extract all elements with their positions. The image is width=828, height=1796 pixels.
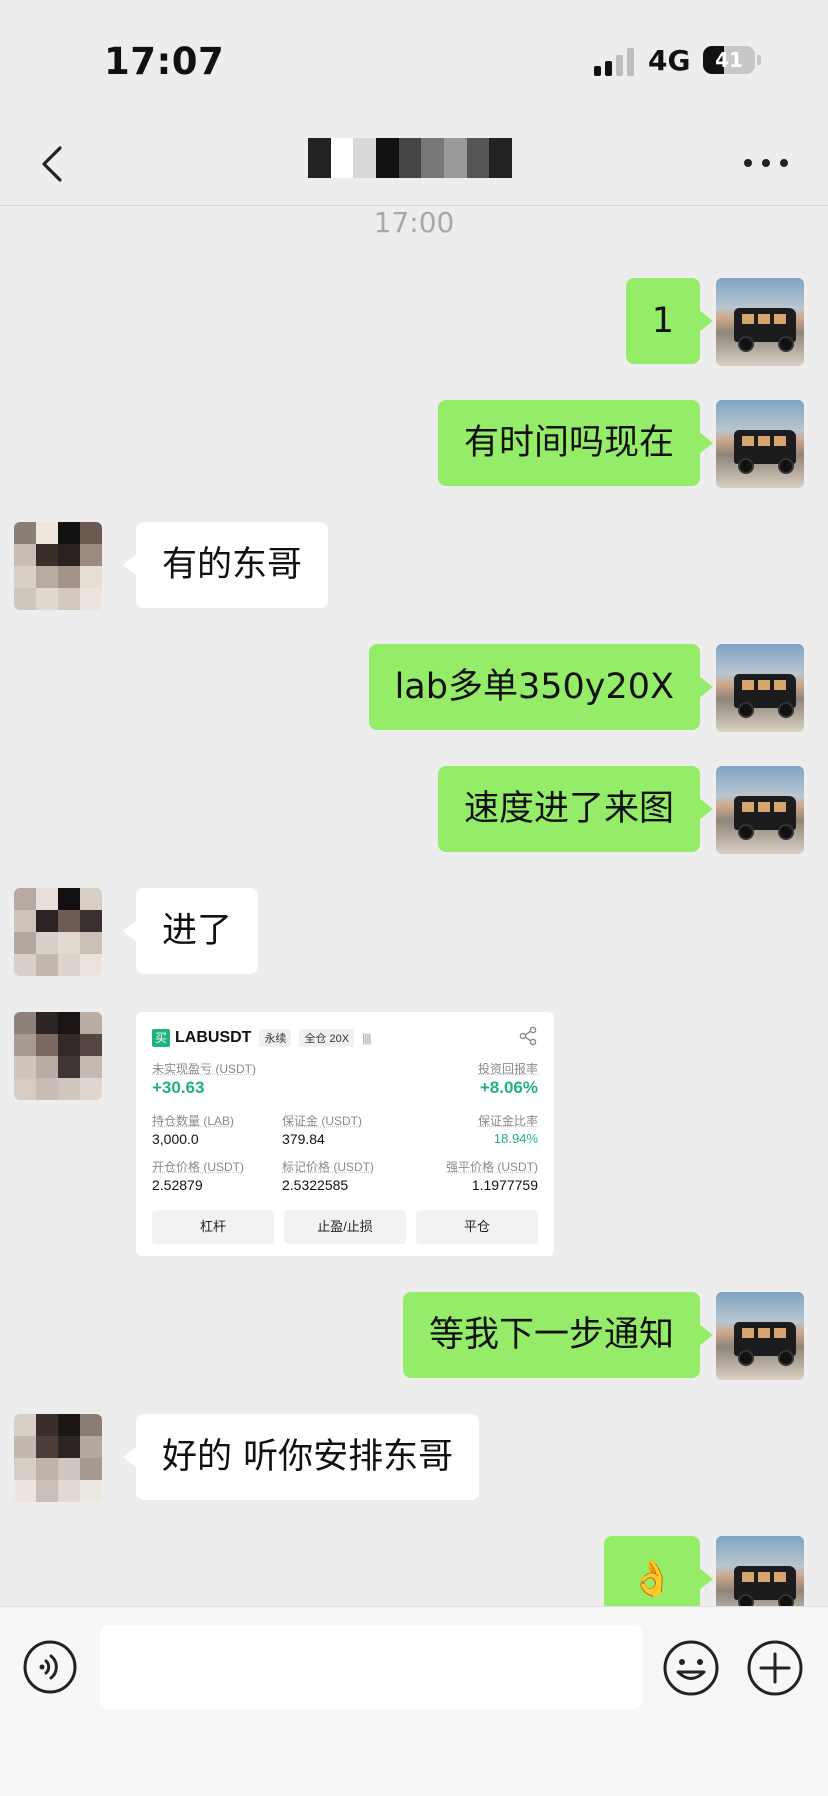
entry-price-label: 开仓价格 (USDT): [152, 1160, 244, 1174]
message-input-bar: [0, 1606, 828, 1796]
roi-label: 投资回报率: [477, 1062, 538, 1076]
unrealized-pnl-label: 未实现盈亏 (USDT): [152, 1062, 256, 1076]
tp-sl-button[interactable]: 止盈/止损: [284, 1210, 406, 1244]
liquidation-price-value: 1.1977759: [471, 1177, 538, 1193]
signal-icon: [594, 48, 636, 76]
margin-ratio-value: 18.94%: [493, 1131, 538, 1146]
chevron-left-icon[interactable]: [34, 144, 74, 184]
avatar-contact[interactable]: [14, 888, 102, 976]
message-bubble-outgoing[interactable]: lab多单350y20X: [368, 644, 714, 730]
leverage-bars: ||||: [362, 1031, 372, 1045]
message-bubble-incoming[interactable]: 进了: [122, 888, 259, 974]
message-input[interactable]: [100, 1625, 642, 1709]
message-bubble-outgoing[interactable]: 等我下一步通知: [402, 1292, 714, 1378]
voice-icon[interactable]: [22, 1639, 78, 1695]
avatar-contact[interactable]: [14, 1012, 102, 1100]
share-icon[interactable]: [518, 1026, 538, 1046]
avatar-self[interactable]: [716, 400, 804, 488]
trade-position-card[interactable]: 买 LABUSDT 永续 全仓 20X |||| 未实现盈亏 (USDT) +3…: [136, 1012, 554, 1256]
network-type: 4G: [648, 44, 691, 77]
perpetual-tag: 永续: [259, 1029, 292, 1047]
roi-value: +8.06%: [479, 1078, 538, 1097]
trading-pair: LABUSDT: [175, 1029, 252, 1046]
battery-icon: 41: [703, 46, 755, 74]
message-bubble-outgoing[interactable]: 1: [625, 278, 714, 364]
close-position-button[interactable]: 平仓: [416, 1210, 538, 1244]
message-bubble-outgoing[interactable]: 有时间吗现在: [437, 400, 714, 486]
plus-icon[interactable]: [746, 1639, 804, 1697]
chat-timestamp: 17:00: [373, 206, 455, 239]
message-bubble-incoming[interactable]: 有的东哥: [122, 522, 329, 608]
position-qty-label: 持仓数量 (LAB): [152, 1114, 235, 1128]
chat-header: [0, 120, 828, 206]
margin-label: 保证金 (USDT): [282, 1114, 362, 1128]
unrealized-pnl-value: +30.63: [152, 1078, 205, 1097]
margin-ratio-label: 保证金比率: [477, 1114, 538, 1128]
avatar-self[interactable]: [716, 766, 804, 854]
status-bar: 17:07 4G 41: [0, 0, 828, 120]
status-time: 17:07: [104, 40, 225, 83]
mark-price-label: 标记价格 (USDT): [282, 1160, 374, 1174]
avatar-contact[interactable]: [14, 522, 102, 610]
margin-value: 379.84: [282, 1131, 325, 1147]
buy-tag: 买: [152, 1029, 170, 1047]
entry-price-value: 2.52879: [152, 1177, 203, 1193]
message-bubble-incoming[interactable]: 好的 听你安排东哥: [122, 1414, 480, 1500]
avatar-contact[interactable]: [14, 1414, 102, 1502]
leverage-button[interactable]: 杠杆: [152, 1210, 274, 1244]
margin-mode-tag: 全仓 20X: [299, 1029, 355, 1047]
emoji-icon[interactable]: [662, 1639, 720, 1697]
battery-cap: [757, 55, 761, 65]
liquidation-price-label: 强平价格 (USDT): [446, 1160, 538, 1174]
avatar-self[interactable]: [716, 644, 804, 732]
avatar-self[interactable]: [716, 1292, 804, 1380]
trade-card-header: 买 LABUSDT 永续 全仓 20X ||||: [152, 1027, 372, 1049]
battery-level: 41: [715, 48, 743, 72]
message-bubble-outgoing[interactable]: 速度进了来图: [437, 766, 714, 852]
more-dots-icon[interactable]: [744, 148, 788, 178]
contact-name-redacted: [308, 138, 513, 178]
position-qty-value: 3,000.0: [152, 1131, 199, 1147]
avatar-self[interactable]: [716, 278, 804, 366]
mark-price-value: 2.5322585: [282, 1177, 349, 1193]
